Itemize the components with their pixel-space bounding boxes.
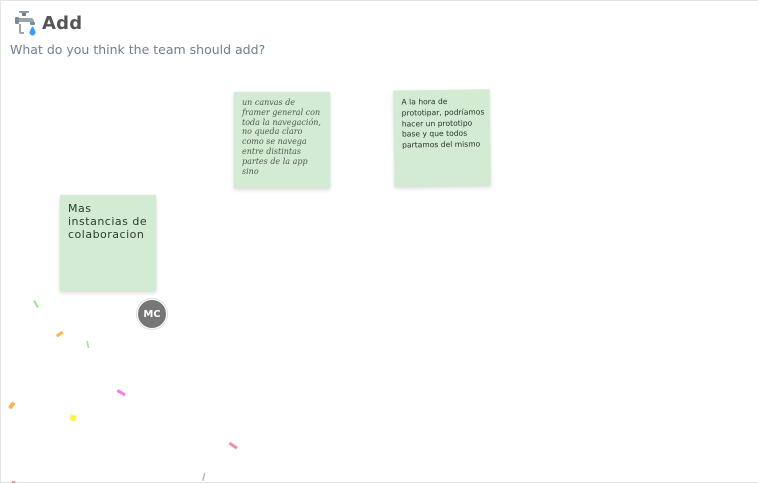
confetti-piece [69,414,77,422]
confetti-piece [228,441,238,450]
participant-avatar[interactable]: MC [137,299,167,329]
section-header: Add [13,10,82,36]
sticky-note[interactable]: un canvas de framer general con toda la … [234,92,330,188]
sticky-note-text: un canvas de framer general con toda la … [242,98,321,176]
confetti-piece [8,401,16,410]
confetti-piece [55,330,64,338]
confetti-piece [116,389,126,397]
sticky-note-text: A la hora de prototipar, podríamos hacer… [401,96,485,150]
sticky-note-text: Mas instancias de colaboracion [68,202,148,241]
confetti-piece [33,300,39,308]
sticky-note[interactable]: Mas instancias de colaboracion [60,195,156,291]
faucet-icon [13,10,37,36]
sticky-note[interactable]: A la hora de prototipar, podríamos hacer… [393,89,491,187]
section-prompt: What do you think the team should add? [10,42,266,57]
confetti-piece [201,472,206,481]
avatar-initials: MC [143,308,161,320]
confetti-piece [86,340,90,349]
retro-board: Add What do you think the team should ad… [0,0,758,483]
section-title: Add [42,12,83,34]
